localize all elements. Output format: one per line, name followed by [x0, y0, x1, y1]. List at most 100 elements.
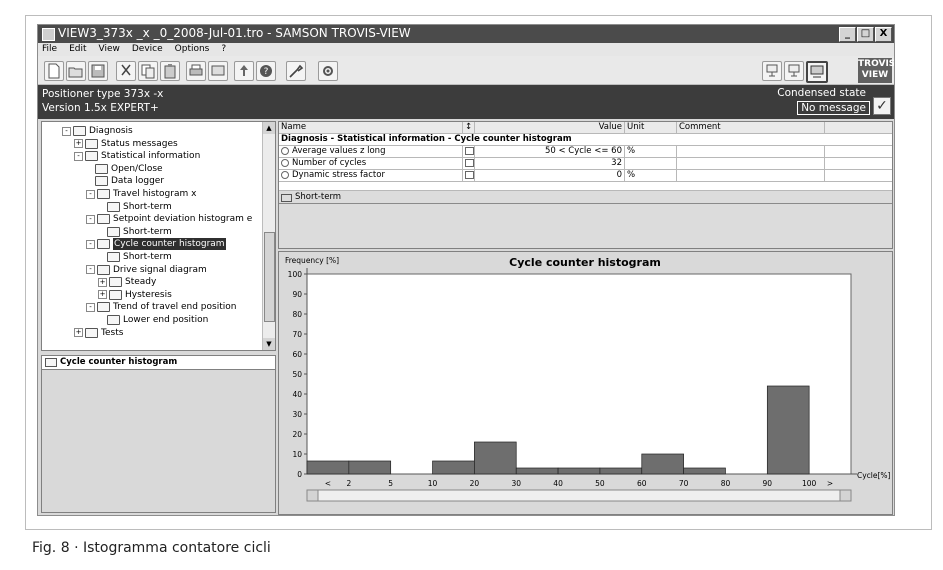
- grid-section-row: Diagnosis - Statistical information - Cy…: [279, 134, 892, 146]
- row-unit: %: [625, 146, 677, 157]
- row-value: 50 < Cycle <= 60: [475, 146, 625, 157]
- svg-text:?: ?: [264, 67, 269, 77]
- histogram-bar: [306, 460, 350, 475]
- tree-item[interactable]: Short-term: [98, 201, 172, 213]
- row-info-cell[interactable]: [463, 158, 475, 169]
- col-sort[interactable]: ↕: [463, 122, 475, 133]
- trovis-view-logo: TROVIS VIEW: [858, 58, 894, 83]
- tree-item[interactable]: + Steady: [98, 276, 156, 288]
- minimize-button[interactable]: _: [839, 27, 856, 42]
- help-icon[interactable]: ?: [256, 61, 276, 81]
- folder-icon: [109, 289, 122, 300]
- menu-device[interactable]: Device: [132, 43, 163, 56]
- display-icon[interactable]: [208, 61, 228, 81]
- firmware-version: Version 1.5x EXPERT+: [42, 102, 159, 114]
- collapse-icon[interactable]: -: [86, 239, 95, 249]
- tree-item-label: Data logger: [111, 176, 165, 187]
- detail-panel-title: Cycle counter histogram: [60, 357, 178, 367]
- folder-icon: [45, 358, 57, 367]
- collapse-icon[interactable]: -: [86, 214, 95, 224]
- row-info-cell[interactable]: [463, 146, 475, 157]
- new-icon[interactable]: [44, 61, 64, 81]
- row-info-cell[interactable]: [463, 170, 475, 181]
- table-row[interactable]: Dynamic stress factor 0%: [279, 170, 892, 182]
- upload-icon[interactable]: [234, 61, 254, 81]
- row-value: 32: [475, 158, 625, 169]
- menu-file[interactable]: File: [42, 43, 57, 56]
- x-tick-label: 20: [470, 479, 480, 488]
- menu-options[interactable]: Options: [175, 43, 210, 56]
- positioner-type: Positioner type 373x -x: [42, 88, 164, 100]
- tree-item[interactable]: Short-term: [98, 251, 172, 263]
- tree-item[interactable]: Open/Close: [86, 163, 163, 175]
- tree-item[interactable]: Lower end position: [98, 314, 208, 326]
- tree-item[interactable]: + Tests: [74, 327, 123, 339]
- paste-icon[interactable]: [160, 61, 180, 81]
- cut-icon[interactable]: [116, 61, 136, 81]
- grid-section-title: Diagnosis - Statistical information - Cy…: [281, 134, 572, 144]
- collapse-icon[interactable]: -: [62, 126, 71, 136]
- collapse-icon[interactable]: -: [86, 302, 95, 312]
- tree-item[interactable]: Data logger: [86, 175, 164, 187]
- status-info-bar: Positioner type 373x -x Version 1.5x EXP…: [38, 85, 894, 119]
- maximize-button[interactable]: □: [857, 27, 874, 42]
- menu-help[interactable]: ?: [221, 43, 226, 56]
- settings-icon[interactable]: [318, 61, 338, 81]
- close-button[interactable]: X: [875, 27, 892, 42]
- checkmark-icon[interactable]: ✓: [873, 97, 891, 115]
- menu-view[interactable]: View: [99, 43, 120, 56]
- tree-item-label: Cycle counter histogram: [113, 238, 226, 251]
- table-row[interactable]: Average values z long 50 < Cycle <= 60%: [279, 146, 892, 158]
- tree-item[interactable]: - Drive signal diagram: [86, 264, 207, 276]
- row-unit: [625, 158, 677, 169]
- copy-icon[interactable]: [138, 61, 158, 81]
- table-row[interactable]: Number of cycles 32: [279, 158, 892, 170]
- grid-subfolder-row[interactable]: Short-term: [279, 192, 892, 204]
- tree-scrollbar[interactable]: ▲ ▼: [262, 122, 275, 350]
- col-unit[interactable]: Unit: [625, 122, 677, 133]
- x-tick-label: 50: [595, 479, 605, 488]
- tree-item[interactable]: - Trend of travel end position: [86, 301, 236, 313]
- tree-item[interactable]: - Statistical information: [74, 150, 200, 162]
- y-tick-label: 0: [297, 470, 302, 479]
- expand-icon[interactable]: +: [74, 139, 83, 149]
- y-tick-label: 20: [292, 430, 302, 439]
- col-value[interactable]: Value: [475, 122, 625, 133]
- device-online-icon[interactable]: [762, 61, 782, 81]
- tool-icon[interactable]: [286, 61, 306, 81]
- device-offline-icon[interactable]: [784, 61, 804, 81]
- folder-icon: [109, 277, 122, 288]
- expand-icon[interactable]: +: [98, 290, 107, 300]
- scroll-right-icon: [839, 489, 852, 502]
- scroll-down-icon[interactable]: ▼: [263, 338, 275, 350]
- tree-item[interactable]: - Diagnosis: [62, 125, 133, 137]
- collapse-icon[interactable]: -: [86, 189, 95, 199]
- detail-box-icon[interactable]: [465, 158, 474, 167]
- expand-icon[interactable]: +: [74, 328, 83, 338]
- title-bar[interactable]: VIEW3_373x _x _0_2008-Jul-01.tro - SAMSO…: [38, 25, 894, 43]
- detail-box-icon[interactable]: [465, 146, 474, 155]
- tree-item[interactable]: - Setpoint deviation histogram e: [86, 213, 252, 225]
- expand-icon[interactable]: +: [98, 277, 107, 287]
- folder-icon: [85, 138, 98, 149]
- monitor-icon[interactable]: [806, 61, 828, 83]
- detail-box-icon[interactable]: [465, 170, 474, 179]
- collapse-icon[interactable]: -: [86, 265, 95, 275]
- col-comment[interactable]: Comment: [677, 122, 825, 133]
- tree-item[interactable]: - Cycle counter histogram: [86, 238, 226, 251]
- tree-line: [86, 165, 93, 172]
- print-icon[interactable]: [186, 61, 206, 81]
- menu-edit[interactable]: Edit: [69, 43, 86, 56]
- tree-item[interactable]: Short-term: [98, 226, 172, 238]
- open-icon[interactable]: [66, 61, 86, 81]
- folder-icon: [97, 239, 110, 250]
- scroll-thumb[interactable]: [264, 232, 275, 322]
- tree-item[interactable]: + Hysteresis: [98, 289, 172, 301]
- scroll-up-icon[interactable]: ▲: [263, 122, 275, 134]
- col-name[interactable]: Name: [279, 122, 463, 133]
- tree-item[interactable]: - Travel histogram x: [86, 188, 196, 200]
- histogram-bar: [683, 467, 726, 475]
- collapse-icon[interactable]: -: [74, 151, 83, 161]
- tree-item[interactable]: + Status messages: [74, 138, 178, 150]
- save-icon[interactable]: [88, 61, 108, 81]
